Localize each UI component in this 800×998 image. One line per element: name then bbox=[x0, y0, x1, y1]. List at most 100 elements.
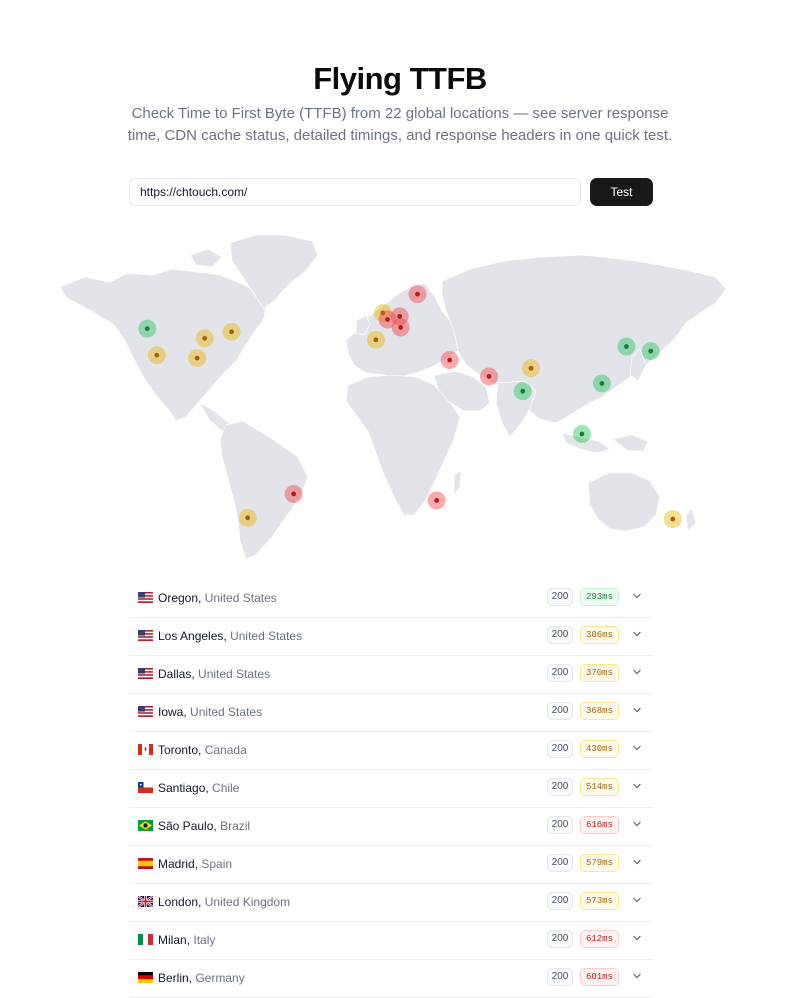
result-city: London bbox=[158, 895, 199, 909]
result-location: Iowa, United States bbox=[158, 705, 263, 719]
result-country: Italy bbox=[193, 933, 216, 947]
result-row[interactable]: Berlin, Germany 200 601ms bbox=[129, 960, 653, 998]
result-location: São Paulo, Brazil bbox=[158, 819, 251, 833]
chevron-down-icon[interactable] bbox=[631, 970, 643, 982]
map-marker-tel-aviv bbox=[440, 351, 459, 370]
status-code-badge: 200 bbox=[547, 816, 573, 834]
map-marker-singapore bbox=[572, 424, 591, 443]
result-row[interactable]: Santiago, Chile 200 514ms bbox=[129, 770, 653, 808]
ttfb-badge: 430ms bbox=[580, 740, 619, 758]
us-flag-icon bbox=[138, 706, 153, 717]
result-location: Milan, Italy bbox=[158, 933, 216, 947]
germany-flag-icon bbox=[138, 972, 153, 983]
result-row[interactable]: Milan, Italy 200 612ms bbox=[129, 922, 653, 960]
uk-flag-icon bbox=[138, 896, 153, 907]
result-country: United States bbox=[190, 705, 263, 719]
status-code-badge: 200 bbox=[547, 930, 573, 948]
status-code-badge: 200 bbox=[547, 854, 573, 872]
chevron-down-icon[interactable] bbox=[631, 818, 643, 830]
chile-flag-icon bbox=[138, 782, 153, 793]
result-row[interactable]: Toronto, Canada 200 430ms bbox=[129, 732, 653, 770]
status-code-badge: 200 bbox=[547, 702, 573, 720]
map-marker-mumbai bbox=[513, 382, 532, 401]
us-flag-icon bbox=[138, 630, 153, 641]
us-flag-icon bbox=[138, 668, 153, 679]
result-row[interactable]: São Paulo, Brazil 200 616ms bbox=[129, 808, 653, 846]
result-row[interactable]: Iowa, United States 200 368ms bbox=[129, 694, 653, 732]
chevron-down-icon[interactable] bbox=[631, 932, 643, 944]
ttfb-badge: 370ms bbox=[580, 664, 619, 682]
ttfb-badge: 612ms bbox=[580, 930, 619, 948]
chevron-down-icon[interactable] bbox=[631, 666, 643, 678]
result-country: Canada bbox=[204, 743, 247, 757]
result-country: Chile bbox=[212, 781, 240, 795]
status-code-badge: 200 bbox=[547, 892, 573, 910]
results-list: Oregon, United States 200 293ms Los Angeles… bbox=[129, 580, 653, 998]
map-marker-tokyo bbox=[641, 342, 660, 361]
map-marker-sao-paulo bbox=[284, 484, 303, 503]
result-country: United States bbox=[204, 591, 277, 605]
world-map bbox=[59, 234, 727, 560]
map-marker-hong-kong bbox=[592, 374, 611, 393]
url-input[interactable] bbox=[129, 178, 581, 206]
result-location: Berlin, Germany bbox=[158, 971, 245, 985]
result-city: Santiago bbox=[158, 781, 206, 795]
map-marker-oregon bbox=[138, 319, 157, 338]
chevron-down-icon[interactable] bbox=[631, 780, 643, 792]
chevron-down-icon[interactable] bbox=[631, 742, 643, 754]
italy-flag-icon bbox=[138, 934, 153, 945]
chevron-down-icon[interactable] bbox=[631, 628, 643, 640]
chevron-down-icon[interactable] bbox=[631, 856, 643, 868]
page-title: Flying TTFB bbox=[313, 60, 487, 96]
result-location: Madrid, Spain bbox=[158, 857, 233, 871]
result-country: Spain bbox=[201, 857, 233, 871]
map-marker-stockholm bbox=[408, 285, 427, 304]
result-city: Los Angeles bbox=[158, 629, 224, 643]
status-code-badge: 200 bbox=[547, 664, 573, 682]
status-code-badge: 200 bbox=[547, 626, 573, 644]
result-city: Berlin bbox=[158, 971, 189, 985]
status-code-badge: 200 bbox=[547, 740, 573, 758]
test-button[interactable]: Test bbox=[590, 178, 653, 206]
result-country: Brazil bbox=[220, 819, 251, 833]
map-marker-sydney bbox=[663, 510, 682, 529]
map-marker-milan bbox=[391, 318, 410, 337]
page-subtitle: Check Time to First Byte (TTFB) from 22 … bbox=[127, 105, 673, 144]
result-location: Los Angeles, United States bbox=[158, 629, 303, 643]
result-row[interactable]: Los Angeles, United States 200 306ms bbox=[129, 618, 653, 656]
result-city: Iowa bbox=[158, 705, 184, 719]
ttfb-badge: 514ms bbox=[580, 778, 619, 796]
ttfb-badge: 293ms bbox=[580, 588, 619, 606]
result-city: Madrid bbox=[158, 857, 195, 871]
status-code-badge: 200 bbox=[547, 778, 573, 796]
result-location: Toronto, Canada bbox=[158, 743, 247, 757]
result-row[interactable]: London, United Kingdom 200 573ms bbox=[129, 884, 653, 922]
map-marker-toronto bbox=[222, 322, 241, 341]
result-row[interactable]: Madrid, Spain 200 579ms bbox=[129, 846, 653, 884]
status-code-badge: 200 bbox=[547, 968, 573, 986]
result-location: London, United Kingdom bbox=[158, 895, 291, 909]
chevron-down-icon[interactable] bbox=[631, 894, 643, 906]
result-city: Milan bbox=[158, 933, 187, 947]
result-city: Oregon bbox=[158, 591, 199, 605]
ttfb-badge: 579ms bbox=[580, 854, 619, 872]
result-city: Toronto bbox=[158, 743, 199, 757]
map-marker-delhi bbox=[521, 359, 540, 378]
map-marker-iowa bbox=[195, 329, 214, 348]
result-country: United States bbox=[198, 667, 271, 681]
result-row[interactable]: Oregon, United States 200 293ms bbox=[129, 580, 653, 618]
result-country: United Kingdom bbox=[204, 895, 291, 909]
ttfb-badge: 306ms bbox=[580, 626, 619, 644]
chevron-down-icon[interactable] bbox=[631, 590, 643, 602]
us-flag-icon bbox=[138, 592, 153, 603]
ttfb-badge: 573ms bbox=[580, 892, 619, 910]
map-land bbox=[59, 234, 727, 560]
result-row[interactable]: Dallas, United States 200 370ms bbox=[129, 656, 653, 694]
ttfb-badge: 616ms bbox=[580, 816, 619, 834]
result-city: Dallas bbox=[158, 667, 192, 681]
result-country: United States bbox=[230, 629, 303, 643]
result-location: Dallas, United States bbox=[158, 667, 271, 681]
map-marker-dallas bbox=[188, 349, 207, 368]
result-location: Oregon, United States bbox=[158, 591, 277, 605]
chevron-down-icon[interactable] bbox=[631, 704, 643, 716]
